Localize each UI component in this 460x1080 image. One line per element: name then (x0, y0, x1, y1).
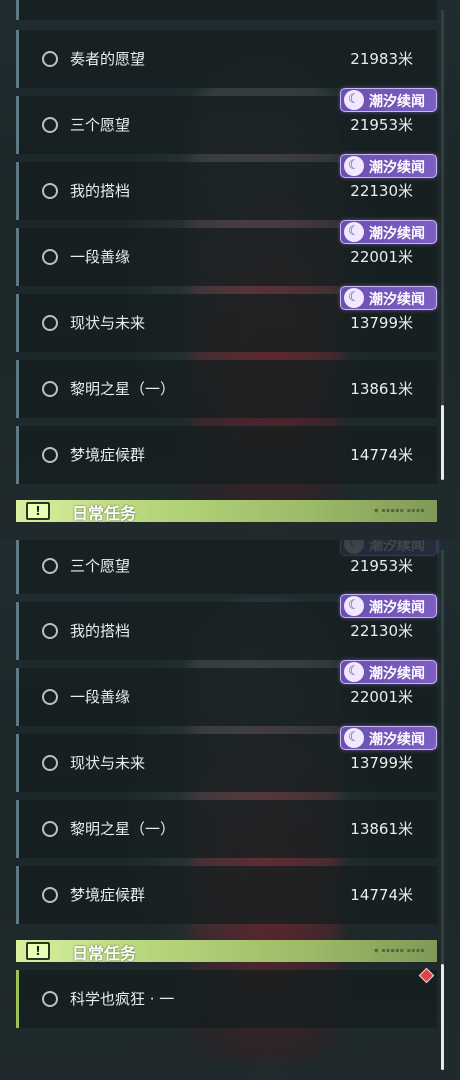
quest-list-panel-top: 奏者的愿望 21983米 三个愿望 21953米 ☾ 潮汐续闻 我的搭档 221… (0, 0, 460, 540)
quest-name: 一段善缘 (70, 688, 131, 706)
quest-distance: 14774米 (350, 886, 413, 904)
quest-name: 一段善缘 (70, 248, 131, 266)
section-decoration: ◆ ▪▪▪▪▪ ▪▪▪▪ (373, 507, 425, 514)
badge-label: 潮汐续闻 (369, 600, 425, 616)
tide-swirl-icon: ☾ (344, 156, 364, 176)
quest-row[interactable]: 黎明之星（一） 13861米 (16, 800, 437, 858)
radio-icon[interactable] (42, 887, 58, 903)
quest-row[interactable]: 黎明之星（一） 13861米 (16, 360, 437, 418)
tide-swirl-icon: ☾ (344, 662, 364, 682)
quest-distance: 13861米 (350, 380, 413, 398)
quest-distance: 21953米 (350, 116, 413, 134)
tide-badge: ☾ 潮汐续闻 (340, 726, 437, 750)
quest-row[interactable]: 三个愿望 21953米 (16, 540, 437, 594)
quest-name: 梦境症候群 (70, 446, 146, 464)
quest-list-panel-bottom: ☾ 潮汐续闻 三个愿望 21953米 我的搭档 22130米 ☾ 潮汐续闻 一段… (0, 540, 460, 1080)
exclamation-icon: ! (26, 502, 50, 520)
tide-badge: ☾ 潮汐续闻 (340, 660, 437, 684)
quest-name: 梦境症候群 (70, 886, 146, 904)
badge-label: 潮汐续闻 (369, 160, 425, 176)
quest-row[interactable]: 梦境症候群 14774米 (16, 426, 437, 484)
radio-icon[interactable] (42, 447, 58, 463)
tide-swirl-icon: ☾ (344, 90, 364, 110)
tide-badge: ☾ 潮汐续闻 (340, 88, 437, 112)
section-header-daily[interactable]: ! 日常任务 ◆ ▪▪▪▪▪ ▪▪▪▪ (16, 940, 437, 963)
radio-icon[interactable] (42, 991, 58, 1007)
quest-name: 现状与未来 (70, 754, 146, 772)
radio-icon[interactable] (42, 249, 58, 265)
quest-row[interactable]: 梦境症候群 14774米 (16, 866, 437, 924)
quest-distance: 22130米 (350, 622, 413, 640)
quest-distance: 13861米 (350, 820, 413, 838)
tide-badge: ☾ 潮汐续闻 (340, 154, 437, 178)
quest-distance: 14774米 (350, 446, 413, 464)
scrollbar-thumb[interactable] (441, 964, 444, 1070)
quest-distance: 13799米 (350, 314, 413, 332)
radio-icon[interactable] (42, 755, 58, 771)
tide-swirl-icon: ☾ (344, 222, 364, 242)
quest-distance: 21983米 (350, 50, 413, 68)
daily-quest-row[interactable]: 科学也疯狂 · 一 (16, 970, 437, 1028)
exclamation-icon: ! (26, 942, 50, 960)
tide-swirl-icon: ☾ (344, 728, 364, 748)
badge-label: 潮汐续闻 (369, 292, 425, 308)
section-title: 日常任务 (72, 504, 137, 523)
badge-label: 潮汐续闻 (369, 226, 425, 242)
badge-label: 潮汐续闻 (369, 732, 425, 748)
section-title: 日常任务 (72, 944, 137, 963)
radio-icon[interactable] (42, 821, 58, 837)
quest-name: 我的搭档 (70, 622, 131, 640)
tide-swirl-icon: ☾ (344, 596, 364, 616)
section-header-daily[interactable]: ! 日常任务 ◆ ▪▪▪▪▪ ▪▪▪▪ (16, 500, 437, 523)
radio-icon[interactable] (42, 381, 58, 397)
badge-label: 潮汐续闻 (369, 94, 425, 110)
quest-name: 现状与未来 (70, 314, 146, 332)
radio-icon[interactable] (42, 183, 58, 199)
quest-distance: 22001米 (350, 248, 413, 266)
radio-icon[interactable] (42, 623, 58, 639)
tide-badge: ☾ 潮汐续闻 (340, 594, 437, 618)
quest-name: 黎明之星（一） (70, 820, 176, 838)
quest-distance: 22130米 (350, 182, 413, 200)
quest-name: 奏者的愿望 (70, 50, 146, 68)
radio-icon[interactable] (42, 51, 58, 67)
quest-row[interactable]: 奏者的愿望 21983米 (16, 30, 437, 88)
radio-icon[interactable] (42, 315, 58, 331)
quest-name: 三个愿望 (70, 116, 131, 134)
scrollbar-thumb[interactable] (441, 405, 444, 480)
radio-icon[interactable] (42, 117, 58, 133)
quest-distance: 22001米 (350, 688, 413, 706)
quest-name: 三个愿望 (70, 557, 131, 575)
quest-distance: 21953米 (350, 557, 413, 575)
tide-badge: ☾ 潮汐续闻 (340, 286, 437, 310)
quest-name: 科学也疯狂 · 一 (70, 990, 175, 1008)
badge-label: 潮汐续闻 (369, 666, 425, 682)
quest-distance: 13799米 (350, 754, 413, 772)
quest-row-partial (16, 0, 437, 20)
quest-name: 我的搭档 (70, 182, 131, 200)
tide-swirl-icon: ☾ (344, 288, 364, 308)
radio-icon[interactable] (42, 558, 58, 574)
radio-icon[interactable] (42, 689, 58, 705)
tide-badge: ☾ 潮汐续闻 (340, 220, 437, 244)
section-decoration: ◆ ▪▪▪▪▪ ▪▪▪▪ (373, 947, 425, 954)
quest-name: 黎明之星（一） (70, 380, 176, 398)
